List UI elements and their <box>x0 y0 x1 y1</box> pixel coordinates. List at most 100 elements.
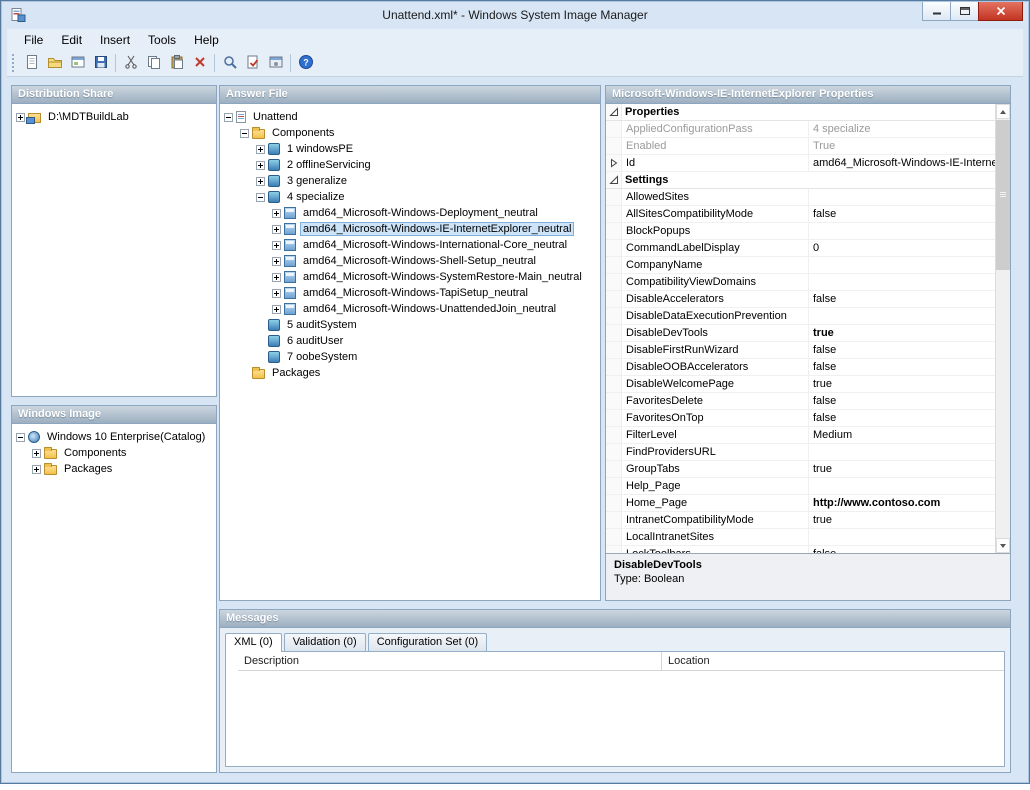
property-value[interactable] <box>808 189 995 205</box>
property-value[interactable]: false <box>808 342 995 358</box>
new-button[interactable] <box>20 52 43 75</box>
menu-item-file[interactable]: File <box>15 30 52 50</box>
collapse-toggle-icon[interactable] <box>240 129 249 138</box>
property-value[interactable]: true <box>808 376 995 392</box>
property-row[interactable]: Idamd64_Microsoft-Windows-IE-InternetEx <box>606 155 995 172</box>
close-button[interactable] <box>978 2 1023 21</box>
property-value[interactable]: true <box>808 325 995 341</box>
tree-item[interactable]: 7 oobeSystem <box>222 349 598 365</box>
tree-item[interactable]: Packages <box>14 461 214 477</box>
property-row[interactable]: FavoritesDeletefalse <box>606 393 995 410</box>
property-value[interactable] <box>808 444 995 460</box>
maximize-button[interactable] <box>950 2 979 21</box>
minimize-button[interactable] <box>922 2 951 21</box>
expand-toggle-icon[interactable] <box>16 113 25 122</box>
property-value[interactable]: true <box>808 512 995 528</box>
collapse-toggle-icon[interactable] <box>256 193 265 202</box>
copy-button[interactable] <box>142 52 165 75</box>
expand-toggle-icon[interactable] <box>272 257 281 266</box>
tree-item[interactable]: amd64_Microsoft-Windows-Shell-Setup_neut… <box>222 253 598 269</box>
tree-item[interactable]: amd64_Microsoft-Windows-Deployment_neutr… <box>222 205 598 221</box>
expand-toggle-icon[interactable] <box>32 465 41 474</box>
messages-tab[interactable]: Validation (0) <box>284 633 366 651</box>
property-value[interactable]: Medium <box>808 427 995 443</box>
open-button[interactable] <box>43 52 66 75</box>
tree-item[interactable]: amd64_Microsoft-Windows-SystemRestore-Ma… <box>222 269 598 285</box>
properties-scrollbar[interactable] <box>995 104 1010 553</box>
toolbar-grip[interactable] <box>12 54 15 72</box>
property-row[interactable]: FavoritesOnTopfalse <box>606 410 995 427</box>
property-row[interactable]: AllowedSites <box>606 189 995 206</box>
row-expander-icon[interactable] <box>606 155 622 171</box>
tree-item[interactable]: D:\MDTBuildLab <box>14 109 214 125</box>
expand-toggle-icon[interactable] <box>272 209 281 218</box>
property-row[interactable]: DisableFirstRunWizardfalse <box>606 342 995 359</box>
collapse-toggle-icon[interactable] <box>16 433 25 442</box>
messages-tab[interactable]: Configuration Set (0) <box>368 633 488 651</box>
property-row[interactable]: AllSitesCompatibilityModefalse <box>606 206 995 223</box>
scroll-down-button[interactable] <box>996 538 1010 553</box>
property-row[interactable]: LocalIntranetSites <box>606 529 995 546</box>
column-header-location[interactable]: Location <box>662 652 1004 670</box>
property-row[interactable]: DisableOOBAcceleratorsfalse <box>606 359 995 376</box>
collapse-toggle-icon[interactable] <box>224 113 233 122</box>
property-value[interactable]: http://www.contoso.com <box>808 495 995 511</box>
expand-toggle-icon[interactable] <box>272 289 281 298</box>
property-row[interactable]: Home_Pagehttp://www.contoso.com <box>606 495 995 512</box>
property-value[interactable]: True <box>808 138 995 154</box>
property-row[interactable]: CompanyName <box>606 257 995 274</box>
tree-item[interactable]: Windows 10 Enterprise(Catalog) <box>14 429 214 445</box>
expand-toggle-icon[interactable] <box>32 449 41 458</box>
property-value[interactable]: false <box>808 393 995 409</box>
tree-item[interactable]: 4 specialize <box>222 189 598 205</box>
expand-toggle-icon[interactable] <box>256 145 265 154</box>
property-value[interactable]: 4 specialize <box>808 121 995 137</box>
tree-item[interactable]: 3 generalize <box>222 173 598 189</box>
tree-item[interactable]: amd64_Microsoft-Windows-UnattendedJoin_n… <box>222 301 598 317</box>
property-row[interactable]: BlockPopups <box>606 223 995 240</box>
property-value[interactable] <box>808 308 995 324</box>
expand-toggle-icon[interactable] <box>272 241 281 250</box>
tree-item[interactable]: Packages <box>222 365 598 381</box>
property-row[interactable]: FindProvidersURL <box>606 444 995 461</box>
save-button[interactable] <box>89 52 112 75</box>
property-row[interactable]: GroupTabstrue <box>606 461 995 478</box>
menu-item-help[interactable]: Help <box>185 30 228 50</box>
messages-tab[interactable]: XML (0) <box>225 633 282 652</box>
tree-item[interactable]: amd64_Microsoft-Windows-International-Co… <box>222 237 598 253</box>
property-value[interactable]: false <box>808 359 995 375</box>
tree-item[interactable]: Unattend <box>222 109 598 125</box>
property-row[interactable]: DisableWelcomePagetrue <box>606 376 995 393</box>
expand-toggle-icon[interactable] <box>272 305 281 314</box>
property-row[interactable]: CommandLabelDisplay0 <box>606 240 995 257</box>
cut-button[interactable] <box>119 52 142 75</box>
property-row[interactable]: FilterLevelMedium <box>606 427 995 444</box>
tree-item[interactable]: amd64_Microsoft-Windows-IE-InternetExplo… <box>222 221 598 237</box>
category-expander-icon[interactable] <box>606 104 622 120</box>
property-value[interactable]: false <box>808 546 995 553</box>
config-button[interactable] <box>264 52 287 75</box>
title-bar[interactable]: Unattend.xml* - Windows System Image Man… <box>1 1 1029 29</box>
validate-button[interactable] <box>241 52 264 75</box>
property-value[interactable] <box>808 529 995 545</box>
property-row[interactable]: LockToolbarsfalse <box>606 546 995 553</box>
property-category-row[interactable]: Properties <box>606 104 995 121</box>
tree-item[interactable]: amd64_Microsoft-Windows-TapiSetup_neutra… <box>222 285 598 301</box>
property-row[interactable]: IntranetCompatibilityModetrue <box>606 512 995 529</box>
property-value[interactable]: false <box>808 410 995 426</box>
property-row[interactable]: DisableDevToolstrue <box>606 325 995 342</box>
delete-button[interactable] <box>188 52 211 75</box>
import-button[interactable] <box>66 52 89 75</box>
expand-toggle-icon[interactable] <box>256 177 265 186</box>
property-row[interactable]: AppliedConfigurationPass4 specialize <box>606 121 995 138</box>
tree-item[interactable]: Components <box>14 445 214 461</box>
find-button[interactable] <box>218 52 241 75</box>
property-value[interactable]: 0 <box>808 240 995 256</box>
property-value[interactable]: false <box>808 291 995 307</box>
paste-button[interactable] <box>165 52 188 75</box>
property-value[interactable] <box>808 223 995 239</box>
property-row[interactable]: EnabledTrue <box>606 138 995 155</box>
property-row[interactable]: DisableDataExecutionPrevention <box>606 308 995 325</box>
tree-item[interactable]: Components <box>222 125 598 141</box>
category-expander-icon[interactable] <box>606 172 622 188</box>
